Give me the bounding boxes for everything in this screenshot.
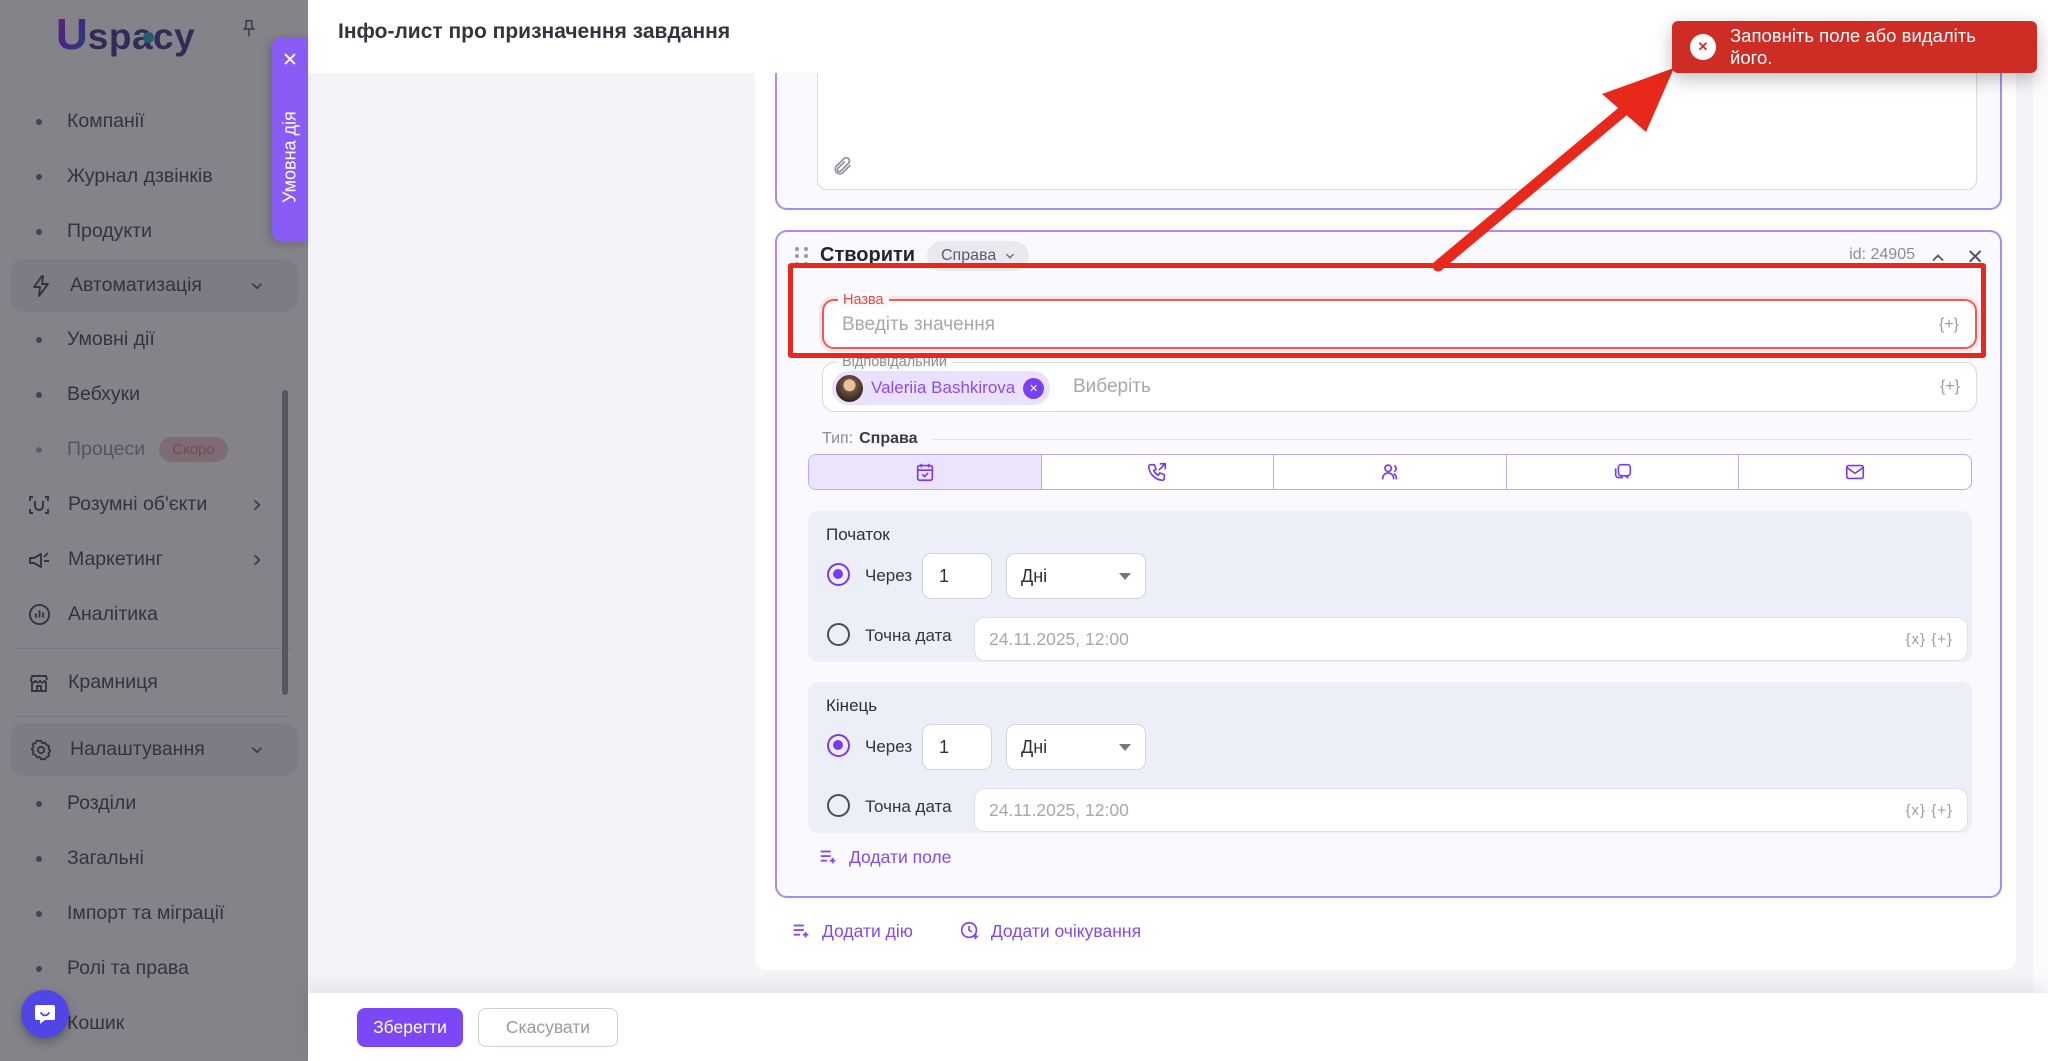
divider (931, 438, 1972, 440)
card-id: id: 24905 (1849, 246, 1915, 263)
playlist-plus-icon (820, 850, 836, 864)
error-toast[interactable]: ✕ Заповніть поле або видаліть його. (1672, 21, 2037, 73)
start-period-panel: Початок Через 1 Дні Точна дата 24.11.202… (808, 511, 1972, 662)
interval-unit-select[interactable]: Дні (1006, 553, 1146, 599)
calendar-check-icon (916, 463, 933, 482)
chat-copy-icon (1614, 463, 1631, 480)
add-field-button[interactable]: Додати поле (817, 846, 951, 868)
interval-unit-select[interactable]: Дні (1006, 724, 1146, 770)
input-placeholder: Виберіть (1073, 376, 1151, 397)
add-wait-button[interactable]: Додати очікування (959, 920, 1141, 942)
add-action-button[interactable]: Додати дію (790, 920, 913, 942)
variable-tokens[interactable]: {x} {+} (1906, 631, 1953, 648)
support-chat-button[interactable] (21, 990, 69, 1038)
exact-date-input[interactable]: 24.11.2025, 12:00 {x} {+} (974, 617, 1968, 661)
variable-tokens[interactable]: {x} {+} (1906, 802, 1953, 819)
phone-outgoing-icon (1148, 462, 1167, 482)
tab-task-type-chat[interactable] (1507, 455, 1740, 489)
paperclip-icon[interactable] (832, 155, 854, 177)
email-body-editor[interactable] (817, 73, 1977, 190)
workflow-actions: Додати дію Додати очікування (790, 920, 1141, 942)
user-chip[interactable]: Valeriia Bashkirova ✕ (832, 371, 1051, 405)
insert-variable-button[interactable]: {+} (1940, 378, 1960, 396)
radio-after-selected[interactable] (827, 734, 850, 757)
save-button[interactable]: Зберегти (357, 1008, 463, 1047)
chat-bubble-icon (33, 1002, 57, 1026)
error-circle-icon: ✕ (1690, 34, 1716, 60)
interval-value-input[interactable]: 1 (922, 553, 992, 599)
drawer-tab-label: Умовна дія (279, 111, 300, 203)
canvas-scroll-area[interactable] (2033, 73, 2048, 993)
exact-date-input[interactable]: 24.11.2025, 12:00 {x} {+} (974, 788, 1968, 832)
drawer-side-tab[interactable]: ✕ Умовна дія (272, 37, 308, 242)
toast-message: Заповніть поле або видаліть його. (1730, 25, 1976, 68)
tab-task-type-meeting[interactable] (1274, 455, 1507, 489)
user-chip-name: Valeriia Bashkirova (871, 378, 1016, 397)
radio-after-selected[interactable] (827, 563, 850, 586)
tab-task-type-email[interactable] (1739, 455, 1971, 489)
close-icon[interactable]: ✕ (272, 49, 308, 72)
workflow-canvas: Створити Справа id: 24905 ✕ Назва Введіт… (308, 73, 2048, 993)
action-card-email[interactable] (775, 73, 2002, 210)
clock-plus-icon (960, 921, 979, 940)
end-period-panel: Кінець Через 1 Дні Точна дата 24.11.2025… (808, 682, 1972, 833)
playlist-plus-icon (793, 924, 809, 938)
task-type-segmented-control (808, 454, 1972, 490)
caret-down-icon (1119, 743, 1131, 751)
type-row: Тип: Справа (822, 430, 1972, 448)
radio-exact-date[interactable] (827, 794, 850, 817)
chevron-down-icon (1006, 253, 1015, 259)
tab-task-type-call[interactable] (1042, 455, 1275, 489)
modal-backdrop[interactable] (0, 0, 308, 1061)
avatar (836, 374, 863, 402)
remove-chip-button[interactable]: ✕ (1023, 377, 1045, 399)
annotation-highlight-rectangle (788, 263, 1986, 358)
responsible-input[interactable]: Відповідальний Valeriia Bashkirova ✕ Виб… (822, 354, 1977, 412)
page-title: Інфо-лист про призначення завдання (338, 20, 731, 43)
interval-value-input[interactable]: 1 (922, 724, 992, 770)
cancel-button[interactable]: Скасувати (478, 1008, 618, 1047)
people-icon (1381, 464, 1398, 480)
tab-task-type-todo[interactable] (809, 455, 1042, 489)
drawer-footer: Зберегти Скасувати (308, 993, 2048, 1061)
envelope-icon (1846, 464, 1865, 480)
caret-down-icon (1119, 572, 1131, 580)
radio-exact-date[interactable] (827, 623, 850, 646)
